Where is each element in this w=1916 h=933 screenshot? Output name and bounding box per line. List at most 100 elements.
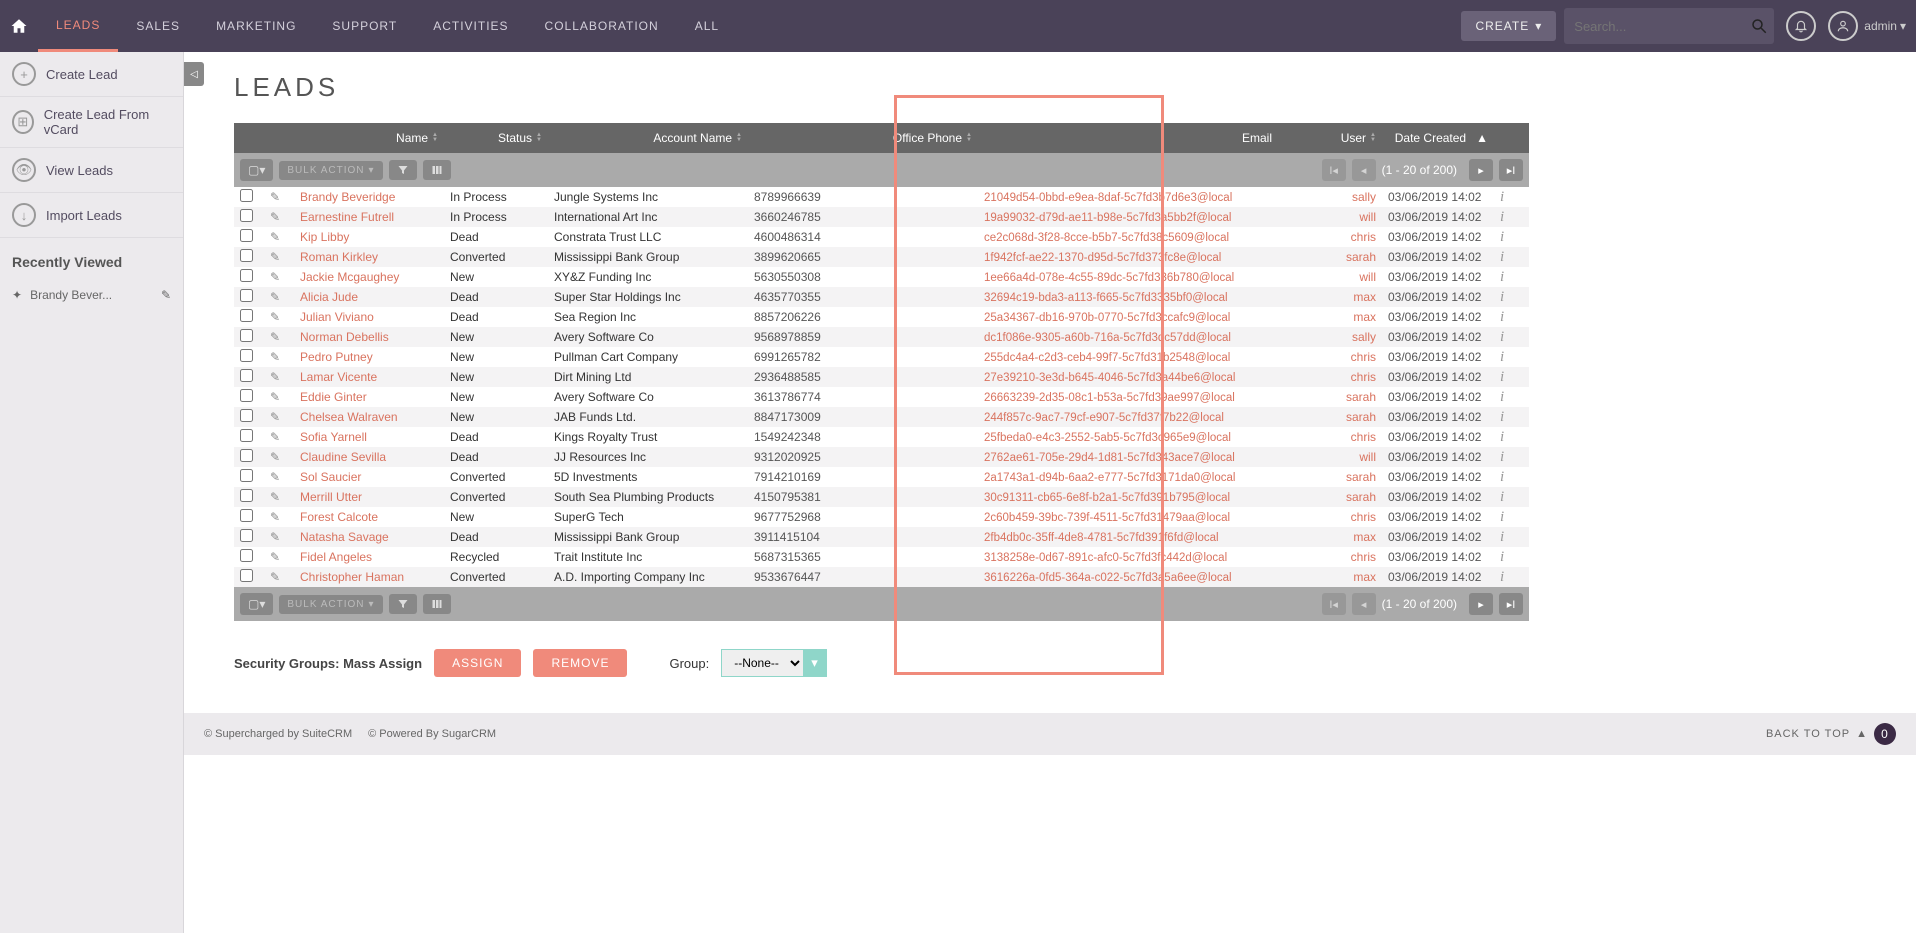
nav-link-sales[interactable]: SALES <box>118 0 198 52</box>
lead-user-link[interactable]: will <box>1359 210 1376 224</box>
lead-name-link[interactable]: Julian Viviano <box>300 310 374 324</box>
lead-email-link[interactable]: 27e39210-3e3d-b645-4046-5c7fd3a44be6@loc… <box>984 372 1235 384</box>
info-icon[interactable]: i <box>1494 269 1529 286</box>
lead-email-link[interactable]: 2c60b459-39bc-739f-4511-5c7fd31479aa@loc… <box>984 512 1230 524</box>
select-all-toggle[interactable]: ▢▾ <box>240 159 273 181</box>
lead-email-link[interactable]: 1f942fcf-ae22-1370-d95d-5c7fd373fc8e@loc… <box>984 252 1221 264</box>
lead-user-link[interactable]: will <box>1359 450 1376 464</box>
lead-name-link[interactable]: Alicia Jude <box>300 290 358 304</box>
assign-button[interactable]: ASSIGN <box>434 649 521 677</box>
info-icon[interactable]: i <box>1494 489 1529 506</box>
lead-name-link[interactable]: Eddie Ginter <box>300 390 367 404</box>
col-user-header[interactable]: User <box>1341 131 1366 145</box>
info-icon[interactable]: i <box>1494 229 1529 246</box>
lead-email-link[interactable]: 26663239-2d35-08c1-b53a-5c7fd39ae997@loc… <box>984 392 1235 404</box>
page-last-button[interactable]: ▸I <box>1499 159 1523 181</box>
row-checkbox[interactable] <box>240 489 253 502</box>
lead-user-link[interactable]: max <box>1353 290 1376 304</box>
row-edit-icon[interactable]: ✎ <box>264 530 294 544</box>
group-select-input[interactable]: --None-- <box>722 650 803 676</box>
admin-menu[interactable]: admin ▾ <box>1864 19 1906 33</box>
row-edit-icon[interactable]: ✎ <box>264 350 294 364</box>
filter-icon-bottom[interactable] <box>389 594 417 614</box>
row-edit-icon[interactable]: ✎ <box>264 330 294 344</box>
row-checkbox[interactable] <box>240 229 253 242</box>
sidebar-item-0[interactable]: +Create Lead <box>0 52 183 97</box>
nav-link-support[interactable]: SUPPORT <box>314 0 415 52</box>
row-checkbox[interactable] <box>240 409 253 422</box>
row-edit-icon[interactable]: ✎ <box>264 290 294 304</box>
page-next-button[interactable]: ▸ <box>1469 159 1493 181</box>
lead-name-link[interactable]: Lamar Vicente <box>300 370 377 384</box>
nav-link-activities[interactable]: ACTIVITIES <box>415 0 526 52</box>
sidebar-item-3[interactable]: ↓Import Leads <box>0 193 183 238</box>
info-icon[interactable]: i <box>1494 249 1529 266</box>
notifications-icon[interactable] <box>1786 11 1816 41</box>
lead-user-link[interactable]: max <box>1353 570 1376 584</box>
info-icon[interactable]: i <box>1494 409 1529 426</box>
lead-email-link[interactable]: 25a34367-db16-970b-0770-5c7fd3ccafc9@loc… <box>984 312 1230 324</box>
lead-email-link[interactable]: 32694c19-bda3-a113-f665-5c7fd3335bf0@loc… <box>984 292 1228 304</box>
lead-name-link[interactable]: Norman Debellis <box>300 330 389 344</box>
lead-name-link[interactable]: Christopher Haman <box>300 570 404 584</box>
lead-name-link[interactable]: Claudine Sevilla <box>300 450 386 464</box>
bulk-action-button-bottom[interactable]: BULK ACTION ▾ <box>279 595 382 614</box>
back-to-top-button[interactable]: BACK TO TOP ▲ 0 <box>1766 723 1896 745</box>
row-checkbox[interactable] <box>240 529 253 542</box>
columns-icon[interactable] <box>423 160 451 180</box>
row-checkbox[interactable] <box>240 269 253 282</box>
lead-email-link[interactable]: 2762ae61-705e-29d4-1d81-5c7fd343ace7@loc… <box>984 452 1235 464</box>
row-checkbox[interactable] <box>240 369 253 382</box>
lead-email-link[interactable]: 21049d54-0bbd-e9ea-8daf-5c7fd3b7d6e3@loc… <box>984 192 1232 204</box>
info-icon[interactable]: i <box>1494 369 1529 386</box>
row-edit-icon[interactable]: ✎ <box>264 230 294 244</box>
lead-name-link[interactable]: Merrill Utter <box>300 490 362 504</box>
lead-name-link[interactable]: Roman Kirkley <box>300 250 378 264</box>
info-icon[interactable]: i <box>1494 549 1529 566</box>
row-checkbox[interactable] <box>240 469 253 482</box>
lead-name-link[interactable]: Chelsea Walraven <box>300 410 398 424</box>
lead-email-link[interactable]: 244f857c-9ac7-79cf-e907-5c7fd37f7b22@loc… <box>984 412 1224 424</box>
info-icon[interactable]: i <box>1494 289 1529 306</box>
lead-name-link[interactable]: Sol Saucier <box>300 470 361 484</box>
row-edit-icon[interactable]: ✎ <box>264 470 294 484</box>
nav-link-leads[interactable]: LEADS <box>38 0 118 52</box>
user-avatar-icon[interactable] <box>1828 11 1858 41</box>
sidebar-item-2[interactable]: 👁View Leads <box>0 148 183 193</box>
lead-email-link[interactable]: dc1f086e-9305-a60b-716a-5c7fd3dc57dd@loc… <box>984 332 1231 344</box>
row-checkbox[interactable] <box>240 509 253 522</box>
lead-email-link[interactable]: 25fbeda0-e4c3-2552-5ab5-5c7fd3c965e9@loc… <box>984 432 1231 444</box>
select-all-toggle-bottom[interactable]: ▢▾ <box>240 593 273 615</box>
page-first-button-bottom[interactable]: I◂ <box>1322 593 1346 615</box>
lead-name-link[interactable]: Sofia Yarnell <box>300 430 367 444</box>
row-checkbox[interactable] <box>240 329 253 342</box>
info-icon[interactable]: i <box>1494 329 1529 346</box>
search-box[interactable] <box>1564 8 1774 44</box>
row-checkbox[interactable] <box>240 349 253 362</box>
lead-user-link[interactable]: max <box>1353 530 1376 544</box>
lead-email-link[interactable]: 3138258e-0d67-891c-afc0-5c7fd3fc442d@loc… <box>984 552 1227 564</box>
lead-name-link[interactable]: Kip Libby <box>300 230 349 244</box>
col-date-header[interactable]: Date Created <box>1395 131 1466 145</box>
lead-name-link[interactable]: Earnestine Futrell <box>300 210 394 224</box>
nav-link-marketing[interactable]: MARKETING <box>198 0 314 52</box>
filter-icon[interactable] <box>389 160 417 180</box>
info-icon[interactable]: i <box>1494 529 1529 546</box>
lead-email-link[interactable]: 2fb4db0c-35ff-4de8-4781-5c7fd391f6fd@loc… <box>984 532 1219 544</box>
row-checkbox[interactable] <box>240 549 253 562</box>
create-button[interactable]: CREATE ▾ <box>1461 11 1556 41</box>
info-icon[interactable]: i <box>1494 309 1529 326</box>
lead-name-link[interactable]: Natasha Savage <box>300 530 389 544</box>
row-edit-icon[interactable]: ✎ <box>264 390 294 404</box>
lead-email-link[interactable]: 3616226a-0fd5-364a-c022-5c7fd3a5a6ee@loc… <box>984 572 1232 584</box>
lead-user-link[interactable]: sarah <box>1346 390 1376 404</box>
nav-link-collaboration[interactable]: COLLABORATION <box>527 0 677 52</box>
row-checkbox[interactable] <box>240 449 253 462</box>
row-checkbox[interactable] <box>240 569 253 582</box>
row-checkbox[interactable] <box>240 389 253 402</box>
info-icon[interactable]: i <box>1494 349 1529 366</box>
row-edit-icon[interactable]: ✎ <box>264 310 294 324</box>
lead-name-link[interactable]: Pedro Putney <box>300 350 373 364</box>
row-edit-icon[interactable]: ✎ <box>264 490 294 504</box>
lead-email-link[interactable]: 255dc4a4-c2d3-ceb4-99f7-5c7fd31b2548@loc… <box>984 352 1230 364</box>
